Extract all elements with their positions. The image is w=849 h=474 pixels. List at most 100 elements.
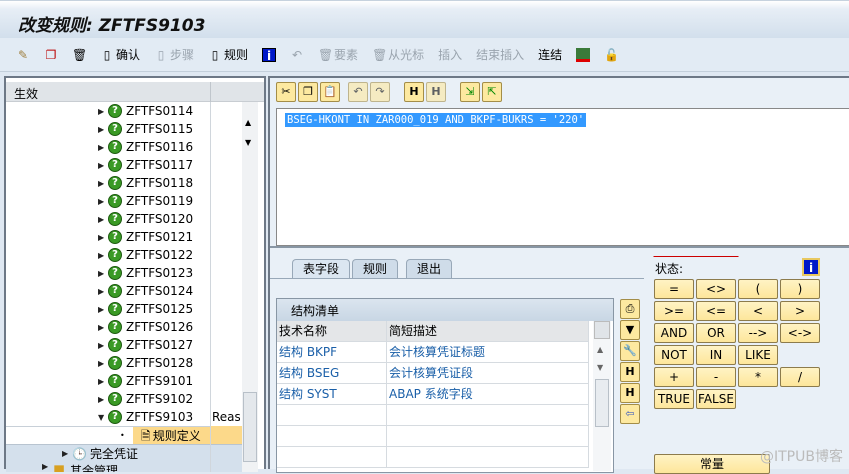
tree-item-rule-definition[interactable]: • 🗎 规则定义	[6, 426, 242, 445]
undo-icon[interactable]: ↶	[286, 48, 308, 62]
import-icon[interactable]: ⇲	[460, 82, 480, 102]
copy-icon[interactable]: ❐	[298, 82, 318, 102]
link-button[interactable]: 连结	[534, 46, 566, 63]
copy-icon[interactable]: ❐	[40, 48, 62, 62]
collapsed-triangle-icon[interactable]: ▶	[98, 197, 108, 206]
tree-scrollbar[interactable]: ▲ ▼	[242, 102, 258, 472]
operator-button[interactable]: *	[738, 367, 778, 387]
tree-item[interactable]: ▶? ZFTFS0126	[98, 318, 238, 336]
cut-icon[interactable]: ✂	[276, 82, 296, 102]
export-icon[interactable]: ⇱	[482, 82, 502, 102]
scroll-down-icon[interactable]: ▼	[597, 363, 603, 372]
trash-icon[interactable]: 🗑	[68, 48, 90, 62]
operator-button[interactable]: TRUE	[654, 389, 694, 409]
tree-item[interactable]: ▶? ZFTFS0118	[98, 174, 238, 192]
step-button[interactable]: ▯ 步骤	[150, 46, 198, 63]
collapsed-triangle-icon[interactable]: ▶	[98, 377, 108, 386]
tree-item[interactable]: ▶? ZFTFS0120	[98, 210, 238, 228]
collapsed-triangle-icon[interactable]: ▶	[98, 143, 108, 152]
collapsed-triangle-icon[interactable]: ▶	[98, 125, 108, 134]
table-cell-description[interactable]	[387, 405, 589, 426]
delete-from-cursor-button[interactable]: 🗑 从光标	[368, 46, 428, 63]
collapsed-triangle-icon[interactable]: ▶	[98, 323, 108, 332]
tree-item-other-management[interactable]: ▶ ▆ 其余管理	[6, 462, 242, 472]
table-scrollbar[interactable]: ▲ ▼	[593, 321, 611, 471]
table-cell-description[interactable]	[387, 426, 589, 447]
operator-button[interactable]: <=	[696, 301, 736, 321]
insert-field-arrow-icon[interactable]: ⇦	[620, 404, 640, 424]
end-insert-button[interactable]: 结束插入	[472, 46, 528, 63]
operator-button[interactable]: -->	[738, 323, 778, 343]
tree-item[interactable]: ▶? ZFTFS9101	[98, 372, 238, 390]
operator-button[interactable]: FALSE	[696, 389, 736, 409]
table-cell-description[interactable]	[387, 447, 589, 468]
column-header-tech-name[interactable]: 技术名称	[277, 321, 387, 342]
scroll-down-icon[interactable]: ▼	[245, 138, 251, 147]
table-cell-description[interactable]: ABAP 系统字段	[387, 384, 589, 405]
tab-exit[interactable]: 退出	[406, 259, 453, 279]
tab-rules[interactable]: 规则	[352, 259, 399, 279]
redo-icon[interactable]: ↷	[370, 82, 390, 102]
condition-text[interactable]: BSEG-HKONT IN ZAR000_019 AND BKPF-BUKRS …	[285, 113, 587, 127]
collapsed-triangle-icon[interactable]: ▶	[98, 395, 108, 404]
find-icon[interactable]: H	[404, 82, 424, 102]
tree-item[interactable]: ▶? ZFTFS9102	[98, 390, 238, 408]
collapsed-triangle-icon[interactable]: ▶	[98, 269, 108, 278]
splitter[interactable]	[270, 246, 849, 248]
table-cell-description[interactable]: 会计核算凭证段	[387, 363, 589, 384]
collapsed-triangle-icon[interactable]: ▶	[98, 305, 108, 314]
tree-item[interactable]: ▶? ZFTFS0121	[98, 228, 238, 246]
info-button[interactable]: i	[258, 47, 280, 63]
expanded-triangle-icon[interactable]: ▼	[98, 413, 108, 422]
tree-item[interactable]: ▶? ZFTFS0115	[98, 120, 238, 138]
pencil-icon[interactable]: ✎	[12, 48, 34, 62]
collapsed-triangle-icon[interactable]: ▶	[98, 341, 108, 350]
operator-button[interactable]: -	[696, 367, 736, 387]
rule-button[interactable]: ▯ 规则	[204, 46, 252, 63]
find-next-icon[interactable]: H	[426, 82, 446, 102]
collapsed-triangle-icon[interactable]: ▶	[98, 215, 108, 224]
operator-button[interactable]: OR	[696, 323, 736, 343]
tree-item[interactable]: ▶? ZFTFS0119	[98, 192, 238, 210]
table-cell-tech-name[interactable]	[277, 447, 387, 468]
operator-button[interactable]: NOT	[654, 345, 694, 365]
operator-button[interactable]: LIKE	[738, 345, 778, 365]
operator-button[interactable]: <	[738, 301, 778, 321]
operator-button[interactable]: >	[780, 301, 820, 321]
find-icon[interactable]: H	[620, 362, 640, 382]
tree-item[interactable]: ▶? ZFTFS0128	[98, 354, 238, 372]
filter-icon[interactable]: ▼	[620, 320, 640, 340]
collapsed-triangle-icon[interactable]: ▶	[98, 179, 108, 188]
tab-table-fields[interactable]: 表字段	[292, 259, 351, 279]
operator-button[interactable]: +	[654, 367, 694, 387]
table-cell-tech-name[interactable]: 结构 SYST	[277, 384, 387, 405]
settings-wrench-icon[interactable]: 🔧	[620, 341, 640, 361]
column-header-description[interactable]: 简短描述	[387, 321, 589, 342]
undo-icon[interactable]: ↶	[348, 82, 368, 102]
find-next-icon[interactable]: H	[620, 383, 640, 403]
condition-editor[interactable]: BSEG-HKONT IN ZAR000_019 AND BKPF-BUKRS …	[276, 108, 849, 246]
confirm-button[interactable]: ▯ 确认	[96, 46, 144, 63]
tree-item[interactable]: ▶? ZFTFS0114	[98, 102, 238, 120]
tree-item[interactable]: ▶? ZFTFS0117	[98, 156, 238, 174]
tree-item[interactable]: ▶? ZFTFS0116	[98, 138, 238, 156]
collapsed-triangle-icon[interactable]: ▶	[98, 287, 108, 296]
tree-item[interactable]: ▶? ZFTFS0122	[98, 246, 238, 264]
tree-item[interactable]: ▶? ZFTFS0124	[98, 282, 238, 300]
lock-icon[interactable]: 🔓	[600, 48, 622, 62]
table-cell-tech-name[interactable]: 结构 BKPF	[277, 342, 387, 363]
operator-button[interactable]: )	[780, 279, 820, 299]
table-cell-tech-name[interactable]	[277, 405, 387, 426]
collapsed-triangle-icon[interactable]: ▶	[98, 233, 108, 242]
tree-item[interactable]: ▶? ZFTFS0125	[98, 300, 238, 318]
operator-button[interactable]: <->	[780, 323, 820, 343]
scroll-thumb[interactable]	[595, 379, 609, 427]
table-cell-tech-name[interactable]	[277, 426, 387, 447]
print-icon[interactable]: ⎙	[620, 299, 640, 319]
paste-icon[interactable]: 📋	[320, 82, 340, 102]
scroll-thumb[interactable]	[243, 392, 257, 462]
collapsed-triangle-icon[interactable]: ▶	[98, 359, 108, 368]
scroll-up-icon[interactable]: ▲	[597, 345, 603, 354]
constant-button[interactable]: 常量	[654, 454, 770, 474]
operator-button[interactable]: IN	[696, 345, 736, 365]
